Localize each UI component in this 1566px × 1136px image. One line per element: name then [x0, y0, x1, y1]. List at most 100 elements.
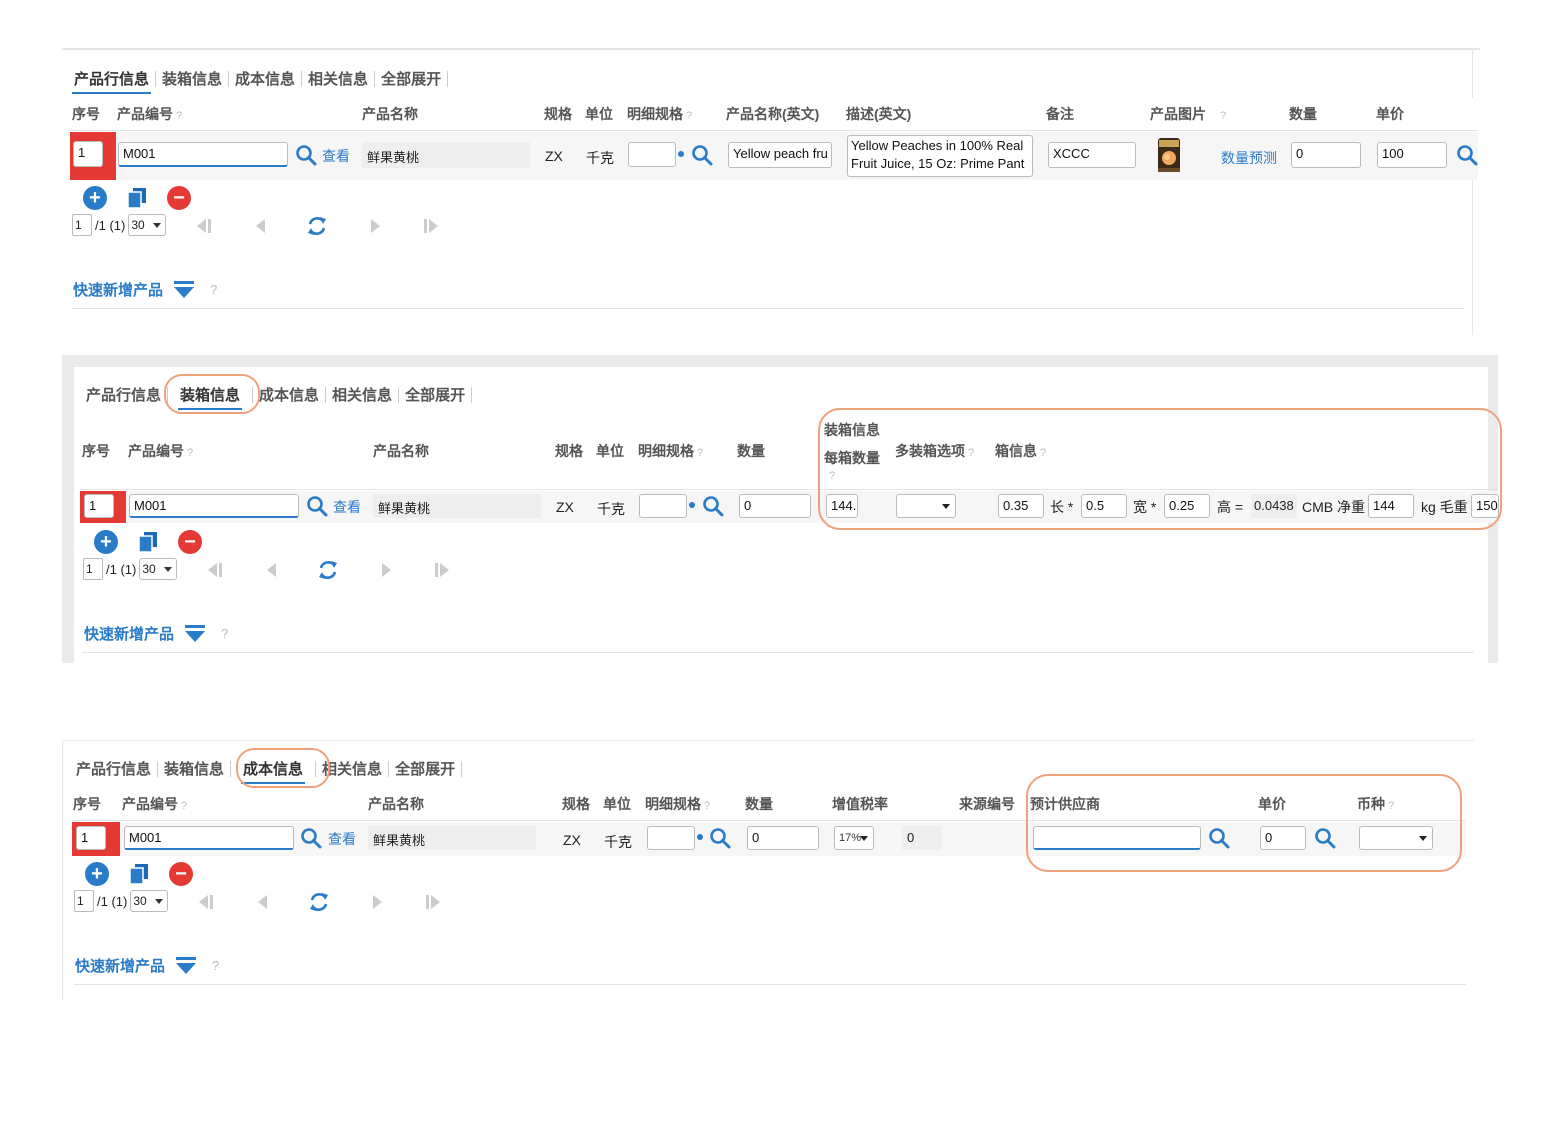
prev-page-icon[interactable]: [253, 218, 267, 234]
help-icon[interactable]: ?: [212, 958, 219, 973]
help-icon[interactable]: ?: [1220, 110, 1226, 122]
last-page-icon[interactable]: [425, 894, 443, 910]
tab-product-lines[interactable]: 产品行信息: [70, 68, 153, 94]
seq-input[interactable]: 1: [76, 826, 106, 850]
seq-input[interactable]: 1: [84, 494, 114, 518]
tab-product-lines[interactable]: 产品行信息: [82, 384, 165, 405]
help-icon[interactable]: ?: [704, 800, 710, 812]
search-icon[interactable]: [709, 827, 731, 849]
first-page-icon[interactable]: [194, 218, 212, 234]
desc-textarea[interactable]: Yellow Peaches in 100% Real Fruit Juice,…: [847, 135, 1033, 177]
unit-value: 千克: [604, 834, 632, 850]
tab-related[interactable]: 相关信息: [328, 384, 396, 405]
tab-expand-all[interactable]: 全部展开: [401, 384, 469, 405]
tab-bar: 产品行信息 装箱信息 成本信息 相关信息 全部展开: [70, 68, 450, 94]
delete-row-button[interactable]: −: [169, 862, 193, 886]
tab-expand-all[interactable]: 全部展开: [391, 758, 459, 779]
prev-page-icon[interactable]: [255, 894, 269, 910]
pager: 1 /1 (1) 30: [72, 214, 167, 236]
search-icon[interactable]: [702, 495, 724, 517]
product-image[interactable]: [1155, 136, 1183, 174]
tab-packing[interactable]: 装箱信息: [158, 68, 226, 89]
remark-input[interactable]: XCCC: [1048, 142, 1136, 168]
qty-input[interactable]: 0: [739, 494, 811, 518]
header-qty: 数量: [1289, 106, 1317, 122]
detail-spec-input[interactable]: [628, 142, 676, 167]
search-icon[interactable]: [306, 495, 328, 517]
last-page-icon[interactable]: [434, 562, 452, 578]
refresh-icon[interactable]: [306, 215, 328, 237]
add-row-button[interactable]: +: [85, 862, 109, 886]
page-size-select[interactable]: 30: [130, 890, 169, 912]
tab-product-lines[interactable]: 产品行信息: [72, 758, 155, 779]
detail-spec-input[interactable]: [647, 826, 695, 850]
header-desc: 描述(英文): [846, 106, 912, 122]
dropdown-arrow-icon[interactable]: [174, 281, 194, 299]
dropdown-arrow-icon[interactable]: [185, 625, 205, 643]
tab-related[interactable]: 相关信息: [304, 68, 372, 89]
product-code-input[interactable]: M001: [118, 142, 288, 167]
page-input[interactable]: 1: [83, 558, 103, 580]
next-page-icon[interactable]: [371, 894, 385, 910]
product-code-input[interactable]: M001: [124, 826, 294, 850]
qty-input[interactable]: 0: [747, 826, 819, 850]
refresh-icon[interactable]: [308, 891, 330, 913]
search-icon[interactable]: [300, 827, 322, 849]
delete-row-button[interactable]: −: [167, 186, 191, 210]
copy-icon[interactable]: [130, 864, 148, 884]
view-link[interactable]: 查看: [333, 497, 361, 517]
search-icon[interactable]: [1456, 144, 1478, 166]
next-page-icon[interactable]: [380, 562, 394, 578]
header-seq: 序号: [73, 796, 101, 812]
source-value: 0: [907, 830, 915, 845]
header-detail-spec-label: 明细规格: [645, 796, 701, 812]
page-size-select[interactable]: 30: [139, 558, 178, 580]
header-code-label: 产品编号: [122, 796, 178, 812]
help-icon[interactable]: ?: [686, 110, 692, 122]
quick-add-link[interactable]: 快速新增产品: [73, 279, 163, 300]
tax-rate-select[interactable]: 17%: [834, 826, 874, 850]
qty-input[interactable]: 0: [1291, 142, 1361, 168]
seq-input[interactable]: 1: [73, 141, 103, 167]
forecast-link[interactable]: 数量预测: [1221, 148, 1277, 168]
help-icon[interactable]: ?: [176, 110, 182, 122]
page-size-select[interactable]: 30: [128, 214, 167, 236]
tab-cost[interactable]: 成本信息: [255, 384, 323, 405]
tab-expand-all[interactable]: 全部展开: [377, 68, 445, 89]
page-input[interactable]: 1: [74, 890, 94, 912]
prev-page-icon[interactable]: [264, 562, 278, 578]
next-page-icon[interactable]: [369, 218, 383, 234]
first-page-icon[interactable]: [196, 894, 214, 910]
add-row-button[interactable]: +: [83, 186, 107, 210]
view-link[interactable]: 查看: [328, 829, 356, 849]
copy-icon[interactable]: [128, 188, 146, 208]
header-unit: 单位: [585, 106, 613, 122]
tab-packing[interactable]: 装箱信息: [160, 758, 228, 779]
dot-icon: [678, 151, 684, 157]
detail-spec-input[interactable]: [639, 494, 687, 518]
en-name-input[interactable]: Yellow peach fru: [728, 142, 832, 168]
quick-add-link[interactable]: 快速新增产品: [84, 623, 174, 644]
search-icon[interactable]: [691, 144, 713, 166]
help-icon[interactable]: ?: [221, 626, 228, 641]
view-link[interactable]: 查看: [322, 146, 350, 166]
last-page-icon[interactable]: [423, 218, 441, 234]
page-input[interactable]: 1: [72, 214, 92, 236]
refresh-icon[interactable]: [317, 559, 339, 581]
help-icon[interactable]: ?: [187, 447, 193, 459]
help-icon[interactable]: ?: [697, 447, 703, 459]
delete-row-button[interactable]: −: [178, 530, 202, 554]
add-row-button[interactable]: +: [94, 530, 118, 554]
dropdown-arrow-icon[interactable]: [176, 957, 196, 975]
header-detail-spec: 明细规格?: [627, 104, 692, 124]
price-input[interactable]: 100: [1377, 142, 1447, 168]
help-icon[interactable]: ?: [210, 282, 217, 297]
product-code-input[interactable]: M001: [129, 494, 299, 518]
first-page-icon[interactable]: [205, 562, 223, 578]
search-icon[interactable]: [295, 144, 317, 166]
help-icon[interactable]: ?: [181, 800, 187, 812]
copy-icon[interactable]: [139, 532, 157, 552]
tab-cost[interactable]: 成本信息: [231, 68, 299, 89]
header-code: 产品编号?: [117, 104, 182, 124]
quick-add-link[interactable]: 快速新增产品: [75, 955, 165, 976]
